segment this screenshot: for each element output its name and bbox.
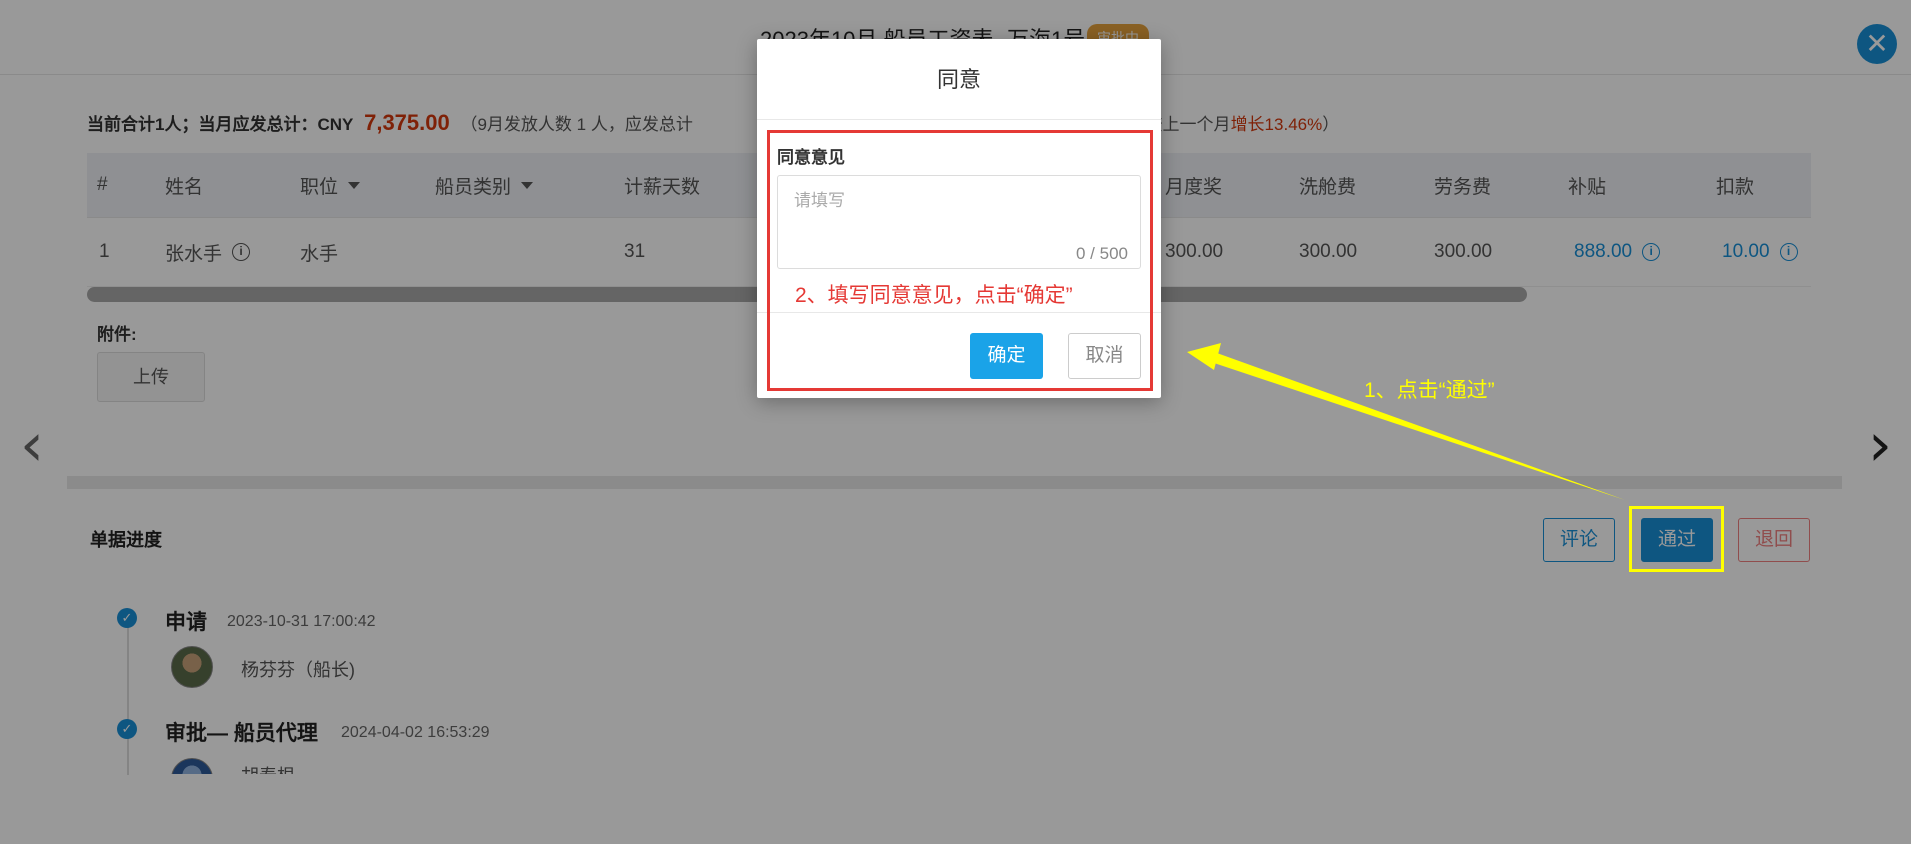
highlight-box [1629, 506, 1724, 572]
approve-dialog: 同意 同意意见 请填写 0 / 500 2、填写同意意见，点击“确定” 确定 取… [757, 39, 1161, 398]
dialog-title: 同意 [757, 39, 1161, 120]
highlight-box [767, 130, 1153, 391]
annotation-step1: 1、点击“通过” [1364, 379, 1495, 402]
